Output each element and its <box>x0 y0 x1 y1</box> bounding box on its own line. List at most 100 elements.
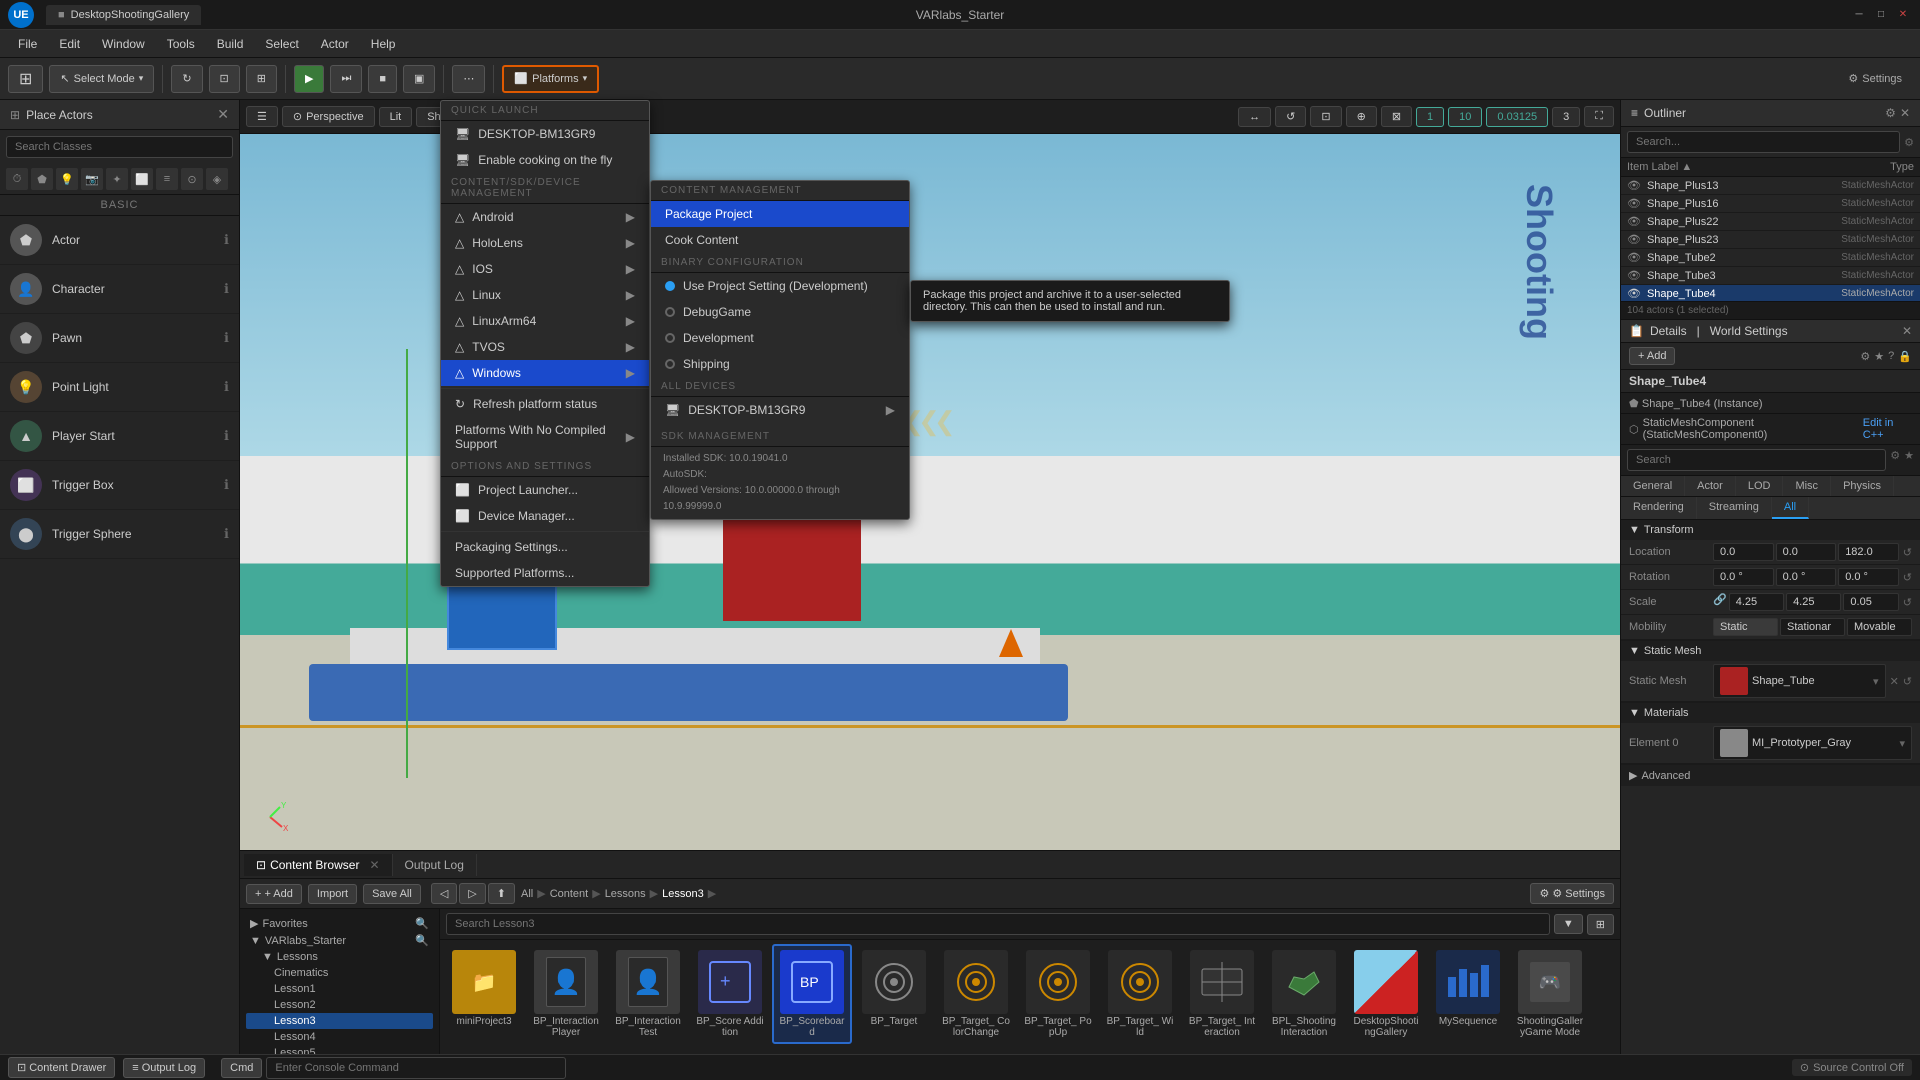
eye-icon[interactable]: 👁 <box>1627 215 1641 228</box>
mode-btn-3[interactable]: ⊞ <box>246 65 277 93</box>
actor-item-trigger-box[interactable]: ⬜ Trigger Box ℹ <box>0 461 239 510</box>
tree-lesson4[interactable]: Lesson4 <box>246 1029 433 1045</box>
actor-info-trigger-box[interactable]: ℹ <box>224 477 229 493</box>
eye-icon[interactable]: 👁 <box>1627 179 1641 192</box>
actor-info-point-light[interactable]: ℹ <box>224 379 229 395</box>
details-search-input[interactable] <box>1627 449 1886 471</box>
platforms-button[interactable]: ⬜ Platforms ▾ <box>502 65 599 93</box>
android-item[interactable]: △ Android ▶ <box>441 204 649 230</box>
panel-close-button[interactable]: ✕ <box>217 106 229 123</box>
tab-all[interactable]: All <box>1772 497 1809 519</box>
details-search-options[interactable]: ⚙ <box>1890 449 1900 471</box>
menu-build[interactable]: Build <box>207 33 254 55</box>
eye-icon[interactable]: 👁 <box>1627 269 1641 282</box>
tree-lessons[interactable]: ▼ Lessons <box>246 949 433 965</box>
platforms-no-compile[interactable]: Platforms With No Compiled Support ▶ <box>441 417 649 457</box>
search-root-icon[interactable]: 🔍 <box>415 934 429 947</box>
launch-btn[interactable]: ▣ <box>403 65 435 93</box>
tree-root[interactable]: ▼ VARlabs_Starter 🔍 <box>246 932 433 949</box>
misc-btn[interactable]: ⋯ <box>452 65 485 93</box>
materials-section-header[interactable]: ▼ Materials <box>1621 703 1920 723</box>
outliner-item-2[interactable]: 👁 Shape_Plus22 StaticMeshActor <box>1621 213 1920 231</box>
place-actors-icon-btn[interactable]: ⊞ <box>8 65 43 93</box>
content-item-sgm[interactable]: 🎮 ShootingGalleryGame Mode <box>1510 944 1590 1044</box>
actor-info-trigger-sphere[interactable]: ℹ <box>224 526 229 542</box>
content-item-dsg[interactable]: DesktopShootingGallery <box>1346 944 1426 1044</box>
grid-size[interactable]: 1 <box>1416 107 1444 127</box>
content-item-bp-score[interactable]: + BP_Score Addition <box>690 944 770 1044</box>
location-x[interactable]: 0.0 <box>1713 543 1774 561</box>
content-item-bp-target[interactable]: BP_Target <box>854 944 934 1044</box>
cook-content-item[interactable]: Cook Content <box>651 227 909 253</box>
camera-speed[interactable]: 3 <box>1552 107 1580 127</box>
outliner-item-1[interactable]: 👁 Shape_Plus16 StaticMeshActor <box>1621 195 1920 213</box>
tab-rendering[interactable]: Rendering <box>1621 497 1697 519</box>
actor-info-actor[interactable]: ℹ <box>224 232 229 248</box>
content-browser-close[interactable]: ✕ <box>369 858 379 872</box>
minimize-button[interactable]: ─ <box>1850 6 1868 24</box>
translate-tool[interactable]: ↔ <box>1238 107 1271 127</box>
settings-button[interactable]: ⚙ Settings <box>1838 65 1912 93</box>
icon-shapes[interactable]: ⬟ <box>31 168 53 190</box>
favorites-item[interactable]: ▶ Favorites 🔍 <box>246 915 433 932</box>
save-all-button[interactable]: Save All <box>363 884 421 904</box>
bookmark-icon[interactable]: ★ <box>1874 350 1884 363</box>
tree-cinematics[interactable]: Cinematics <box>246 965 433 981</box>
use-project-setting-item[interactable]: Use Project Setting (Development) <box>651 273 909 299</box>
select-mode-button[interactable]: ↖ Select Mode ▾ <box>49 65 154 93</box>
reset-location-icon[interactable]: ↺ <box>1903 546 1912 559</box>
eye-icon[interactable]: 👁 <box>1627 287 1641 300</box>
stop-button[interactable]: ■ <box>368 65 397 93</box>
transform-header[interactable]: ▼ Transform <box>1621 520 1920 540</box>
menu-help[interactable]: Help <box>361 33 406 55</box>
scale-size[interactable]: 0.03125 <box>1486 107 1548 127</box>
icon-volumes[interactable]: ⬜ <box>131 168 153 190</box>
refresh-item[interactable]: ↻ Refresh platform status <box>441 391 649 417</box>
content-item-bp-scoreboard[interactable]: BP BP_Scoreboard <box>772 944 852 1044</box>
import-button[interactable]: Import <box>308 884 357 904</box>
question-icon[interactable]: ? <box>1888 350 1894 362</box>
content-item-bp-target-wild[interactable]: BP_Target_ Wild <box>1100 944 1180 1044</box>
desktop-device-item[interactable]: 🖥 DESKTOP-BM13GR9 ▶ <box>651 397 909 423</box>
tab-streaming[interactable]: Streaming <box>1697 497 1772 519</box>
actor-item-actor[interactable]: ⬟ Actor ℹ <box>0 216 239 265</box>
outliner-item-5[interactable]: 👁 Shape_Tube3 StaticMeshActor <box>1621 267 1920 285</box>
actor-info-character[interactable]: ℹ <box>224 281 229 297</box>
project-tab[interactable]: ■ DesktopShootingGallery <box>46 5 201 25</box>
tab-lod[interactable]: LOD <box>1736 476 1784 496</box>
tab-general[interactable]: General <box>1621 476 1685 496</box>
location-z[interactable]: 182.0 <box>1838 543 1899 561</box>
content-drawer-button[interactable]: ⊡ Content Drawer <box>8 1057 115 1078</box>
windows-item[interactable]: △ Windows ▶ <box>441 360 649 386</box>
content-item-miniproject3[interactable]: 📁 miniProject3 <box>444 944 524 1044</box>
search-classes-input[interactable] <box>6 136 233 158</box>
outliner-search-input[interactable] <box>1627 131 1900 153</box>
actor-item-pawn[interactable]: ⬟ Pawn ℹ <box>0 314 239 363</box>
angle-size[interactable]: 10 <box>1448 107 1482 127</box>
content-settings-button[interactable]: ⚙ ⚙ Settings <box>1530 883 1614 904</box>
tab-misc[interactable]: Misc <box>1783 476 1831 496</box>
maximize-button[interactable]: □ <box>1872 6 1890 24</box>
outliner-options-icon[interactable]: ⚙ <box>1885 106 1896 120</box>
menu-file[interactable]: File <box>8 33 47 55</box>
mobility-stationary[interactable]: Stationar <box>1780 618 1845 636</box>
content-item-bp-interaction-player[interactable]: 👤 BP_Interaction Player <box>526 944 606 1044</box>
menu-tools[interactable]: Tools <box>157 33 205 55</box>
outliner-search-options[interactable]: ⚙ <box>1904 136 1914 149</box>
outliner-item-selected[interactable]: 👁 Shape_Tube4 StaticMeshActor <box>1621 285 1920 301</box>
mobility-static[interactable]: Static <box>1713 618 1778 636</box>
nav-back[interactable]: ◁ <box>431 883 457 904</box>
linuxarm64-item[interactable]: △ LinuxArm64 ▶ <box>441 308 649 334</box>
surface-snapping[interactable]: ⊕ <box>1346 106 1377 127</box>
outliner-item-3[interactable]: 👁 Shape_Plus23 StaticMeshActor <box>1621 231 1920 249</box>
project-launcher-item[interactable]: ⬜ Project Launcher... <box>441 477 649 503</box>
static-mesh-section-header[interactable]: ▼ Static Mesh <box>1621 641 1920 661</box>
lock-icon[interactable]: 🔒 <box>1898 350 1912 363</box>
menu-actor[interactable]: Actor <box>311 33 359 55</box>
content-item-bp-target-pu[interactable]: BP_Target_ PopUp <box>1018 944 1098 1044</box>
tree-lesson3[interactable]: Lesson3 <box>246 1013 433 1029</box>
outliner-item-0[interactable]: 👁 Shape_Plus13 StaticMeshActor <box>1621 177 1920 195</box>
maximize-viewport[interactable]: ⛶ <box>1584 106 1614 127</box>
icon-fx[interactable]: ✦ <box>106 168 128 190</box>
outliner-item-4[interactable]: 👁 Shape_Tube2 StaticMeshActor <box>1621 249 1920 267</box>
